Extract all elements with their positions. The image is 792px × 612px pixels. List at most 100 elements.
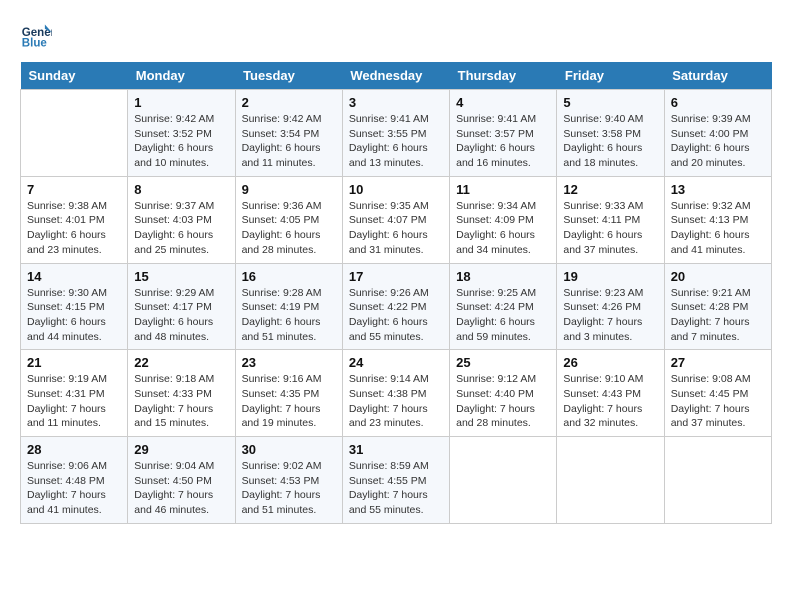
day-cell: 22Sunrise: 9:18 AM Sunset: 4:33 PM Dayli… — [128, 350, 235, 437]
week-row-1: 1 Sunrise: 9:42 AM Sunset: 3:52 PM Daylig… — [21, 90, 772, 177]
week-row-5: 28 Sunrise: 9:06 AM Sunset: 4:48 PM Dayli… — [21, 437, 772, 524]
day-number: 3 — [349, 95, 443, 110]
day-detail: Sunrise: 9:41 AM Sunset: 3:55 PM Dayligh… — [349, 112, 443, 171]
day-detail: Sunrise: 9:08 AM Sunset: 4:45 PM Dayligh… — [671, 372, 765, 431]
day-cell: 21 Sunrise: 9:19 AM Sunset: 4:31 PM Dayli… — [21, 350, 128, 437]
day-detail: Sunrise: 8:59 AM Sunset: 4:55 PM Dayligh… — [349, 459, 443, 518]
day-detail: Sunrise: 9:04 AM Sunset: 4:50 PM Dayligh… — [134, 459, 228, 518]
day-cell — [21, 90, 128, 177]
day-number: 7 — [27, 182, 121, 197]
day-number: 9 — [242, 182, 336, 197]
day-number: 26 — [563, 355, 657, 370]
logo: General Blue — [20, 20, 56, 52]
day-cell: 4 Sunrise: 9:41 AM Sunset: 3:57 PM Daylig… — [450, 90, 557, 177]
day-number: 30 — [242, 442, 336, 457]
day-detail: Sunrise: 9:10 AM Sunset: 4:43 PM Dayligh… — [563, 372, 657, 431]
day-detail: Sunrise: 9:30 AM Sunset: 4:15 PM Dayligh… — [27, 286, 121, 345]
day-detail: Sunrise: 9:42 AM Sunset: 3:52 PM Dayligh… — [134, 112, 228, 171]
day-cell: 30 Sunrise: 9:02 AM Sunset: 4:53 PM Dayli… — [235, 437, 342, 524]
day-cell: 18 Sunrise: 9:25 AM Sunset: 4:24 PM Dayli… — [450, 263, 557, 350]
day-detail: Sunrise: 9:40 AM Sunset: 3:58 PM Dayligh… — [563, 112, 657, 171]
day-cell: 1 Sunrise: 9:42 AM Sunset: 3:52 PM Daylig… — [128, 90, 235, 177]
day-number: 4 — [456, 95, 550, 110]
week-row-2: 7 Sunrise: 9:38 AM Sunset: 4:01 PM Daylig… — [21, 176, 772, 263]
day-number: 17 — [349, 269, 443, 284]
day-detail: Sunrise: 9:38 AM Sunset: 4:01 PM Dayligh… — [27, 199, 121, 258]
day-detail: Sunrise: 9:35 AM Sunset: 4:07 PM Dayligh… — [349, 199, 443, 258]
header-tuesday: Tuesday — [235, 62, 342, 90]
day-number: 16 — [242, 269, 336, 284]
day-number: 24 — [349, 355, 443, 370]
header-monday: Monday — [128, 62, 235, 90]
day-number: 21 — [27, 355, 121, 370]
day-number: 11 — [456, 182, 550, 197]
calendar-header-row: SundayMondayTuesdayWednesdayThursdayFrid… — [21, 62, 772, 90]
day-number: 15 — [134, 269, 228, 284]
day-cell: 17 Sunrise: 9:26 AM Sunset: 4:22 PM Dayli… — [342, 263, 449, 350]
day-cell: 11Sunrise: 9:34 AM Sunset: 4:09 PM Dayli… — [450, 176, 557, 263]
header-thursday: Thursday — [450, 62, 557, 90]
day-cell: 5 Sunrise: 9:40 AM Sunset: 3:58 PM Daylig… — [557, 90, 664, 177]
day-cell: 31 Sunrise: 8:59 AM Sunset: 4:55 PM Dayli… — [342, 437, 449, 524]
day-number: 19 — [563, 269, 657, 284]
day-detail: Sunrise: 9:16 AM Sunset: 4:35 PM Dayligh… — [242, 372, 336, 431]
day-detail: Sunrise: 9:18 AM Sunset: 4:33 PM Dayligh… — [134, 372, 228, 431]
day-cell: 14 Sunrise: 9:30 AM Sunset: 4:15 PM Dayli… — [21, 263, 128, 350]
day-number: 29 — [134, 442, 228, 457]
day-detail: Sunrise: 9:28 AM Sunset: 4:19 PM Dayligh… — [242, 286, 336, 345]
day-detail: Sunrise: 9:02 AM Sunset: 4:53 PM Dayligh… — [242, 459, 336, 518]
page-header: General Blue — [20, 20, 772, 52]
day-number: 10 — [349, 182, 443, 197]
day-detail: Sunrise: 9:12 AM Sunset: 4:40 PM Dayligh… — [456, 372, 550, 431]
logo-icon: General Blue — [20, 20, 52, 52]
day-cell: 10 Sunrise: 9:35 AM Sunset: 4:07 PM Dayli… — [342, 176, 449, 263]
day-cell: 13 Sunrise: 9:32 AM Sunset: 4:13 PM Dayli… — [664, 176, 771, 263]
day-number: 27 — [671, 355, 765, 370]
day-detail: Sunrise: 9:41 AM Sunset: 3:57 PM Dayligh… — [456, 112, 550, 171]
day-cell: 15 Sunrise: 9:29 AM Sunset: 4:17 PM Dayli… — [128, 263, 235, 350]
day-detail: Sunrise: 9:42 AM Sunset: 3:54 PM Dayligh… — [242, 112, 336, 171]
day-detail: Sunrise: 9:26 AM Sunset: 4:22 PM Dayligh… — [349, 286, 443, 345]
day-number: 8 — [134, 182, 228, 197]
day-number: 18 — [456, 269, 550, 284]
day-number: 2 — [242, 95, 336, 110]
day-number: 14 — [27, 269, 121, 284]
day-detail: Sunrise: 9:39 AM Sunset: 4:00 PM Dayligh… — [671, 112, 765, 171]
header-friday: Friday — [557, 62, 664, 90]
day-number: 1 — [134, 95, 228, 110]
day-detail: Sunrise: 9:06 AM Sunset: 4:48 PM Dayligh… — [27, 459, 121, 518]
day-detail: Sunrise: 9:25 AM Sunset: 4:24 PM Dayligh… — [456, 286, 550, 345]
day-detail: Sunrise: 9:37 AM Sunset: 4:03 PM Dayligh… — [134, 199, 228, 258]
day-cell: 12Sunrise: 9:33 AM Sunset: 4:11 PM Dayli… — [557, 176, 664, 263]
header-wednesday: Wednesday — [342, 62, 449, 90]
day-cell: 28 Sunrise: 9:06 AM Sunset: 4:48 PM Dayli… — [21, 437, 128, 524]
day-detail: Sunrise: 9:21 AM Sunset: 4:28 PM Dayligh… — [671, 286, 765, 345]
header-saturday: Saturday — [664, 62, 771, 90]
day-number: 23 — [242, 355, 336, 370]
day-detail: Sunrise: 9:29 AM Sunset: 4:17 PM Dayligh… — [134, 286, 228, 345]
week-row-4: 21 Sunrise: 9:19 AM Sunset: 4:31 PM Dayli… — [21, 350, 772, 437]
day-detail: Sunrise: 9:14 AM Sunset: 4:38 PM Dayligh… — [349, 372, 443, 431]
day-cell: 27 Sunrise: 9:08 AM Sunset: 4:45 PM Dayli… — [664, 350, 771, 437]
day-cell: 7 Sunrise: 9:38 AM Sunset: 4:01 PM Daylig… — [21, 176, 128, 263]
day-cell: 24 Sunrise: 9:14 AM Sunset: 4:38 PM Dayli… — [342, 350, 449, 437]
day-number: 5 — [563, 95, 657, 110]
day-number: 31 — [349, 442, 443, 457]
day-cell: 8 Sunrise: 9:37 AM Sunset: 4:03 PM Daylig… — [128, 176, 235, 263]
calendar-table: SundayMondayTuesdayWednesdayThursdayFrid… — [20, 62, 772, 524]
day-cell: 23 Sunrise: 9:16 AM Sunset: 4:35 PM Dayli… — [235, 350, 342, 437]
svg-text:Blue: Blue — [22, 38, 48, 50]
day-cell: 26 Sunrise: 9:10 AM Sunset: 4:43 PM Dayli… — [557, 350, 664, 437]
day-number: 13 — [671, 182, 765, 197]
day-detail: Sunrise: 9:23 AM Sunset: 4:26 PM Dayligh… — [563, 286, 657, 345]
day-cell: 20Sunrise: 9:21 AM Sunset: 4:28 PM Dayli… — [664, 263, 771, 350]
day-detail: Sunrise: 9:32 AM Sunset: 4:13 PM Dayligh… — [671, 199, 765, 258]
week-row-3: 14 Sunrise: 9:30 AM Sunset: 4:15 PM Dayli… — [21, 263, 772, 350]
day-detail: Sunrise: 9:36 AM Sunset: 4:05 PM Dayligh… — [242, 199, 336, 258]
day-detail: Sunrise: 9:19 AM Sunset: 4:31 PM Dayligh… — [27, 372, 121, 431]
day-cell: 6 Sunrise: 9:39 AM Sunset: 4:00 PM Daylig… — [664, 90, 771, 177]
day-number: 28 — [27, 442, 121, 457]
day-cell: 16 Sunrise: 9:28 AM Sunset: 4:19 PM Dayli… — [235, 263, 342, 350]
day-cell — [664, 437, 771, 524]
day-number: 6 — [671, 95, 765, 110]
